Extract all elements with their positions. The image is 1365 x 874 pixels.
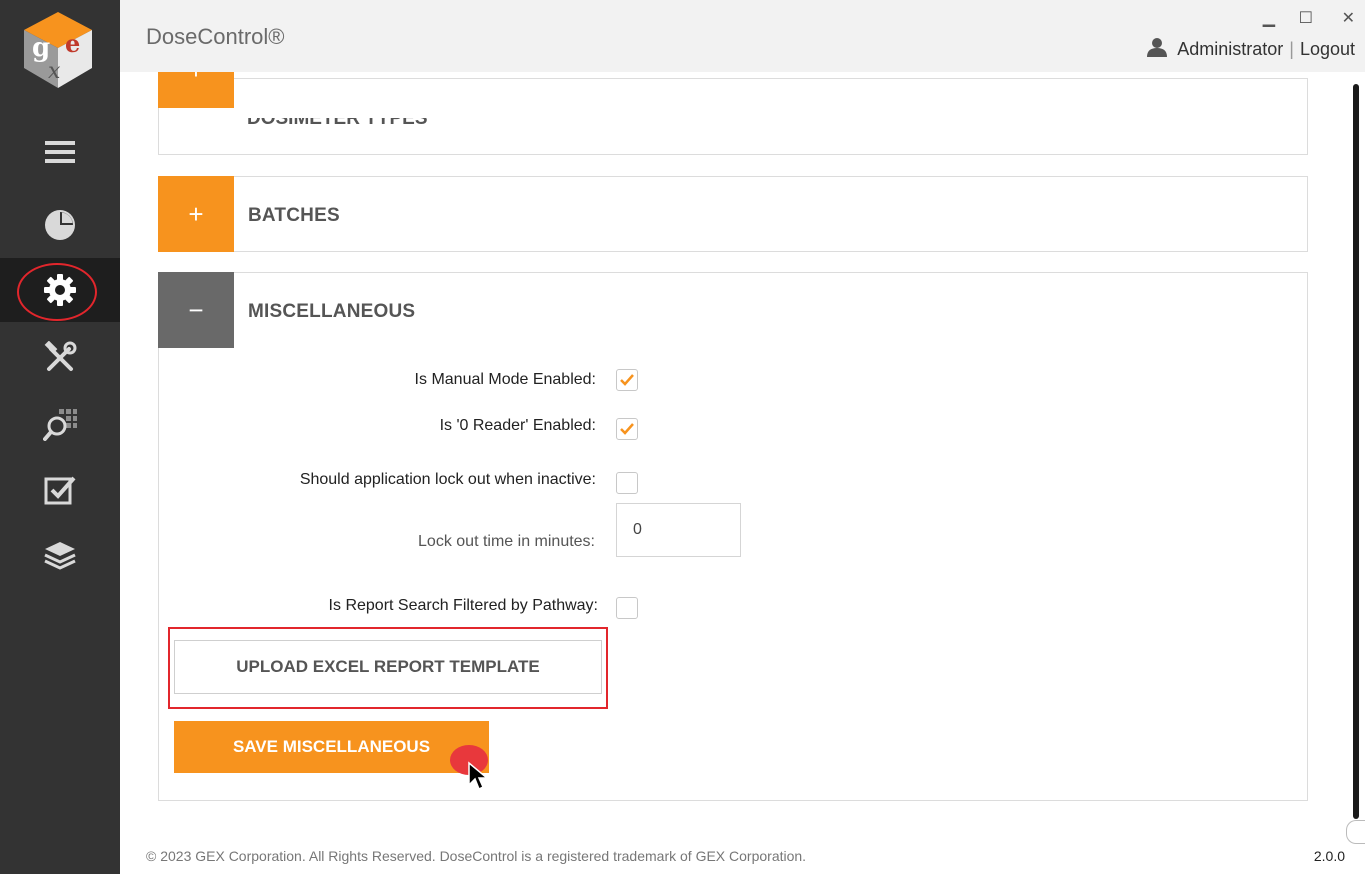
panel-dosimeter-types: +: [158, 72, 1308, 155]
app-version: 2.0.0: [1313, 848, 1345, 864]
dosimeter-types-toggle[interactable]: +: [158, 72, 234, 108]
report-filter-checkbox[interactable]: [616, 597, 638, 619]
mouse-cursor-icon: [468, 761, 489, 791]
user-area: Administrator | Logout: [1147, 37, 1355, 62]
sidebar-item-tools[interactable]: [0, 326, 120, 390]
menu-icon: [44, 139, 76, 165]
vertical-scrollbar[interactable]: [1353, 84, 1359, 819]
manual-mode-checkbox[interactable]: [616, 369, 638, 391]
checkmark-icon: [620, 423, 634, 435]
footer-copyright: © 2023 GEX Corporation. All Rights Reser…: [146, 848, 807, 864]
logout-link[interactable]: Logout: [1300, 39, 1355, 60]
dashboard-pie-icon: [43, 208, 77, 242]
active-highlight-ring: [17, 263, 97, 321]
lockout-checkbox[interactable]: [616, 472, 638, 494]
sidebar-item-layers[interactable]: [0, 524, 120, 588]
main-content: + DOSIMETER TYPES + BATCHES − MISCELLANE…: [120, 72, 1365, 874]
sidebar: g e x: [0, 0, 120, 874]
checklist-icon: [43, 473, 77, 507]
maximize-button[interactable]: ☐: [1299, 9, 1313, 29]
upload-excel-template-button[interactable]: UPLOAD EXCEL REPORT TEMPLATE: [174, 640, 602, 694]
top-header: DoseControl® ▁ ☐ ✕ Administrator | Logou…: [120, 0, 1365, 72]
user-icon: [1147, 37, 1168, 62]
svg-text:x: x: [48, 59, 61, 84]
panel-batches: + BATCHES: [158, 176, 1308, 252]
miscellaneous-toggle[interactable]: −: [158, 272, 234, 348]
scroll-handle[interactable]: [1346, 820, 1365, 844]
search-grid-icon: [43, 407, 77, 441]
minimize-button[interactable]: ▁: [1263, 9, 1275, 29]
zero-reader-checkbox[interactable]: [616, 418, 638, 440]
report-filter-label: Is Report Search Filtered by Pathway:: [328, 597, 598, 614]
tools-icon: [43, 341, 77, 375]
sidebar-item-checklist[interactable]: [0, 458, 120, 522]
save-miscellaneous-button[interactable]: SAVE MISCELLANEOUS: [174, 721, 489, 773]
batches-title: BATCHES: [248, 205, 340, 226]
username: Administrator: [1177, 39, 1284, 59]
manual-mode-label: Is Manual Mode Enabled:: [414, 371, 596, 388]
batches-toggle[interactable]: +: [158, 176, 234, 252]
sidebar-item-dashboard[interactable]: [0, 193, 120, 257]
close-button[interactable]: ✕: [1342, 9, 1355, 29]
lockout-time-input[interactable]: [616, 503, 741, 557]
gex-logo: g e x: [20, 8, 96, 92]
lockout-time-label: Lock out time in minutes:: [418, 533, 595, 550]
user-separator: |: [1289, 39, 1294, 59]
miscellaneous-title: MISCELLANEOUS: [248, 301, 416, 322]
sidebar-item-menu[interactable]: [0, 120, 120, 184]
panel-miscellaneous: − MISCELLANEOUS Is Manual Mode Enabled: …: [158, 272, 1308, 801]
app-title: DoseControl®: [146, 24, 285, 49]
svg-text:e: e: [65, 29, 80, 58]
sidebar-item-search[interactable]: [0, 392, 120, 456]
lockout-label: Should application lock out when inactiv…: [299, 471, 596, 488]
zero-reader-label: Is '0 Reader' Enabled:: [439, 417, 596, 434]
checkmark-icon: [620, 374, 634, 386]
layers-icon: [43, 539, 77, 573]
